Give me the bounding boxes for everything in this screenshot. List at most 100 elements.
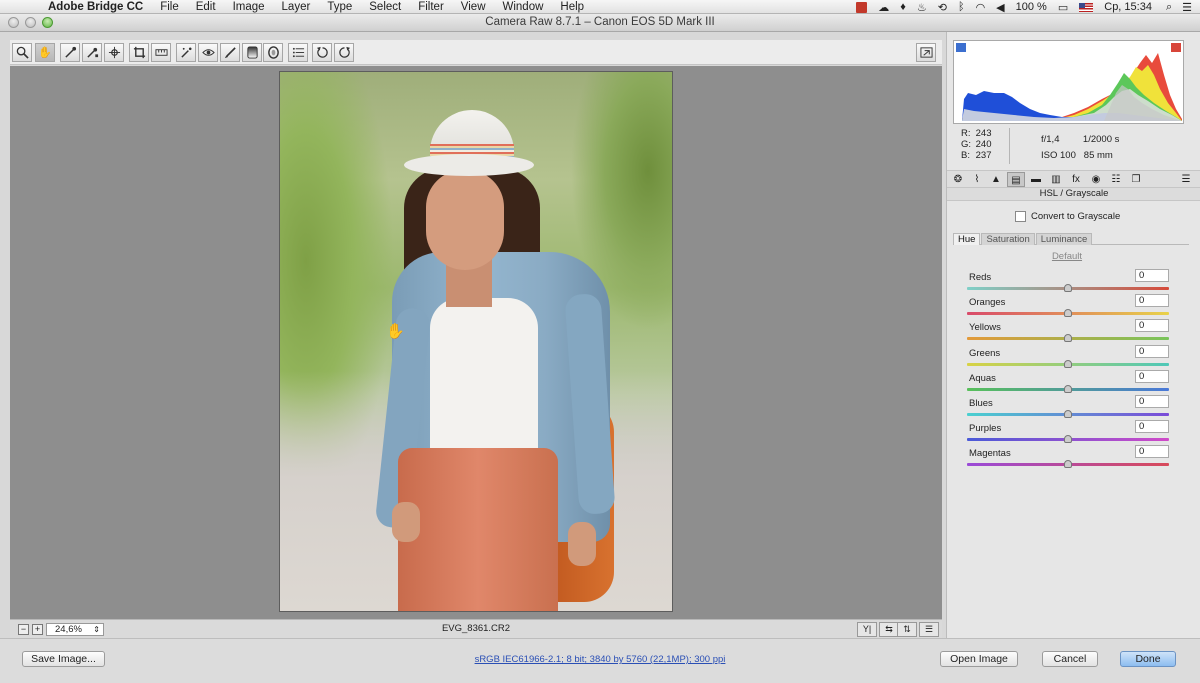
photo-preview[interactable] bbox=[279, 71, 673, 612]
workflow-options-link[interactable]: sRGB IEC61966-2.1; 8 bit; 3840 by 5760 (… bbox=[0, 654, 1200, 665]
volume-icon[interactable]: ◀ bbox=[996, 1, 1004, 14]
g-value: 240 bbox=[975, 139, 992, 150]
menu-image[interactable]: Image bbox=[233, 1, 265, 13]
hand-tool-icon[interactable]: ✋ bbox=[35, 43, 55, 62]
menu-filter[interactable]: Filter bbox=[418, 1, 444, 13]
app-menu[interactable]: Adobe Bridge CC bbox=[48, 1, 143, 13]
notification-center-icon[interactable]: ☰ bbox=[1182, 1, 1192, 14]
hue-slider-thumb[interactable] bbox=[1064, 334, 1072, 343]
hue-slider-thumb[interactable] bbox=[1064, 410, 1072, 418]
panel-menu-icon[interactable]: ☰ bbox=[1177, 172, 1195, 187]
done-button[interactable]: Done bbox=[1120, 651, 1176, 667]
hue-value-field[interactable]: 0 bbox=[1135, 395, 1169, 408]
detail-tab-icon[interactable]: ▲ bbox=[987, 172, 1005, 187]
menu-select[interactable]: Select bbox=[369, 1, 401, 13]
toggle-y-icon[interactable]: Y| bbox=[857, 622, 877, 637]
before-after-icon[interactable]: ⇆ bbox=[879, 622, 899, 637]
swap-settings-icon[interactable]: ⇅ bbox=[897, 622, 917, 637]
gpu-icon[interactable]: ♨ bbox=[917, 1, 927, 14]
convert-grayscale-row[interactable]: Convert to Grayscale bbox=[1015, 211, 1120, 222]
hue-slider-thumb[interactable] bbox=[1064, 460, 1072, 469]
hue-value-field[interactable]: 0 bbox=[1135, 344, 1169, 358]
fullscreen-toggle-icon[interactable] bbox=[916, 43, 936, 62]
menu-file[interactable]: File bbox=[160, 1, 179, 13]
presets-tab-icon[interactable]: ☷ bbox=[1107, 172, 1125, 187]
menu-layer[interactable]: Layer bbox=[282, 1, 311, 13]
hsl-grayscale-tab-icon[interactable]: ▤ bbox=[1007, 172, 1025, 187]
color-sampler-tool-icon[interactable] bbox=[82, 43, 102, 62]
menu-type[interactable]: Type bbox=[327, 1, 352, 13]
menubar-clock[interactable]: Ср, 15:34 bbox=[1104, 1, 1152, 13]
menu-window[interactable]: Window bbox=[503, 1, 544, 13]
photo-orange-pants bbox=[398, 448, 558, 611]
spot-removal-tool-icon[interactable] bbox=[176, 43, 196, 62]
bluetooth-icon[interactable]: ᛒ bbox=[958, 1, 965, 13]
tone-curve-tab-icon[interactable]: ⌇ bbox=[968, 172, 986, 187]
camera-raw-toolbar: ✋ bbox=[10, 40, 942, 65]
default-link[interactable]: Default bbox=[947, 251, 1187, 262]
open-image-button[interactable]: Open Image bbox=[940, 651, 1018, 667]
tab-hue[interactable]: Hue bbox=[953, 233, 981, 245]
camera-calibration-tab-icon[interactable]: ◉ bbox=[1087, 172, 1105, 187]
time-machine-icon[interactable]: ⟲ bbox=[938, 1, 947, 14]
preview-preferences-icon[interactable]: ☰ bbox=[919, 622, 939, 637]
red-eye-removal-tool-icon[interactable] bbox=[198, 43, 218, 62]
shadow-clipping-warning-icon[interactable] bbox=[956, 43, 966, 52]
cancel-button[interactable]: Cancel bbox=[1042, 651, 1098, 667]
input-source-flag-icon[interactable] bbox=[1079, 2, 1094, 12]
wifi-icon[interactable]: ◠ bbox=[976, 1, 986, 14]
settings-panel: R: 243 G: 240 B: 237 f/1,4 1/2000 s ISO … bbox=[946, 32, 1200, 638]
menu-edit[interactable]: Edit bbox=[196, 1, 216, 13]
effects-tab-icon[interactable]: fx bbox=[1067, 172, 1085, 187]
rotate-cw-icon[interactable] bbox=[334, 43, 354, 62]
spotlight-search-icon[interactable]: ⌕ bbox=[1166, 1, 1172, 14]
hue-slider-thumb[interactable] bbox=[1064, 309, 1072, 318]
hue-slider-thumb[interactable] bbox=[1064, 435, 1072, 444]
battery-level[interactable]: 100 % bbox=[1016, 1, 1047, 13]
tab-saturation[interactable]: Saturation bbox=[981, 233, 1035, 245]
basic-panel-tab-icon[interactable]: ❂ bbox=[949, 172, 967, 187]
b-value: 237 bbox=[975, 150, 992, 161]
hue-value-field[interactable]: 0 bbox=[1135, 269, 1169, 282]
rgb-readout: R: 243 G: 240 B: 237 bbox=[961, 128, 992, 161]
lens-corrections-tab-icon[interactable]: ▥ bbox=[1047, 172, 1065, 187]
hue-value-field[interactable]: 0 bbox=[1135, 420, 1169, 434]
radial-filter-icon[interactable] bbox=[263, 43, 283, 62]
hue-value-field[interactable]: 0 bbox=[1135, 294, 1169, 308]
filename-label: EVG_8361.CR2 bbox=[441, 623, 511, 634]
creative-cloud-icon[interactable]: ☁ bbox=[878, 1, 889, 14]
menu-view[interactable]: View bbox=[461, 1, 486, 13]
menu-help[interactable]: Help bbox=[560, 1, 584, 13]
snapshots-tab-icon[interactable]: ❐ bbox=[1127, 172, 1145, 187]
notification-icon[interactable]: ♦ bbox=[900, 1, 906, 13]
hue-slider-label: Yellows bbox=[969, 322, 1001, 334]
crop-tool-icon[interactable] bbox=[129, 43, 149, 62]
tab-luminance[interactable]: Luminance bbox=[1035, 233, 1093, 245]
rotate-ccw-icon[interactable] bbox=[312, 43, 332, 62]
hue-value-field[interactable]: 0 bbox=[1135, 369, 1169, 383]
hue-slider-label: Oranges bbox=[969, 297, 1006, 309]
convert-grayscale-checkbox[interactable] bbox=[1015, 211, 1026, 222]
preferences-list-icon[interactable] bbox=[288, 43, 308, 62]
image-preview-area[interactable]: ✋ bbox=[10, 66, 942, 619]
hue-slider-thumb[interactable] bbox=[1064, 284, 1072, 292]
highlight-clipping-warning-icon[interactable] bbox=[1171, 43, 1181, 52]
window-title: Camera Raw 8.7.1 – Canon EOS 5D Mark III bbox=[485, 16, 715, 28]
graduated-filter-icon[interactable] bbox=[242, 43, 262, 62]
hue-value-field[interactable]: 0 bbox=[1135, 445, 1169, 459]
hue-slider-thumb[interactable] bbox=[1064, 359, 1072, 368]
split-toning-tab-icon[interactable]: ▬ bbox=[1027, 172, 1045, 187]
zoom-tool-icon[interactable] bbox=[12, 43, 32, 62]
hue-slider-thumb[interactable] bbox=[1064, 384, 1072, 393]
white-balance-tool-icon[interactable] bbox=[60, 43, 80, 62]
app-tray-icon[interactable] bbox=[856, 1, 868, 13]
targeted-adjustment-tool-icon[interactable] bbox=[104, 43, 124, 62]
focal-length-value: 85 mm bbox=[1083, 150, 1113, 161]
convert-grayscale-label[interactable]: Convert to Grayscale bbox=[1031, 211, 1120, 222]
straighten-tool-icon[interactable] bbox=[151, 43, 171, 62]
hue-slider-row-magentas: Magentas 0 bbox=[967, 445, 1173, 473]
window-titlebar: Camera Raw 8.7.1 – Canon EOS 5D Mark III bbox=[0, 14, 1200, 32]
r-label: R: bbox=[961, 128, 971, 139]
adjustment-brush-icon[interactable] bbox=[220, 43, 240, 62]
hue-value-field[interactable]: 0 bbox=[1135, 319, 1169, 333]
